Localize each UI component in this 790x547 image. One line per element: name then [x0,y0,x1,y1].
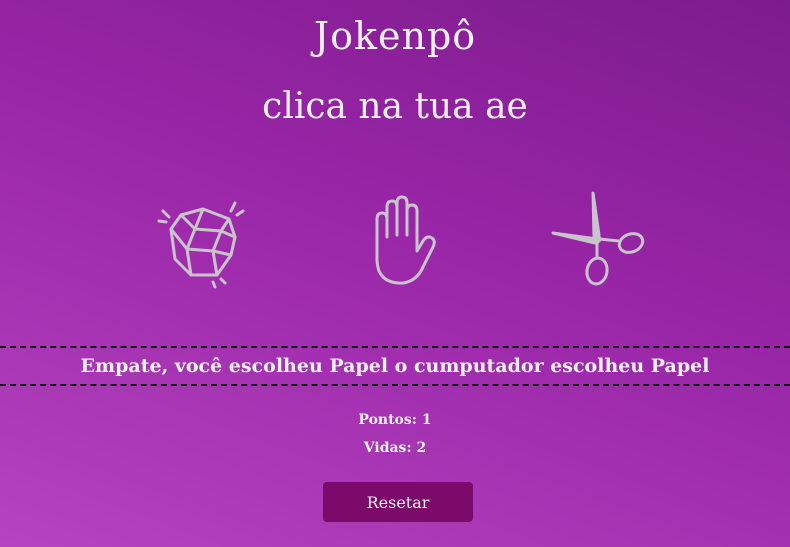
rock-icon [157,201,245,289]
result-message: Empate, você escolheu Papel o cumputador… [80,355,710,377]
choice-scissors-button[interactable] [544,184,654,294]
result-message-bar: Empate, você escolheu Papel o cumputador… [0,346,790,386]
choice-rock-button[interactable] [146,184,256,294]
instruction-text: clica na tua ae [262,86,528,127]
choice-paper-button[interactable] [346,184,456,294]
page-title: Jokenpô [313,14,477,58]
reset-button[interactable]: Resetar [323,482,473,522]
points-counter: Pontos: 1 [358,412,432,428]
scissors-icon [551,191,645,286]
hand-icon [375,195,436,285]
lives-counter: Vidas: 2 [363,440,427,456]
